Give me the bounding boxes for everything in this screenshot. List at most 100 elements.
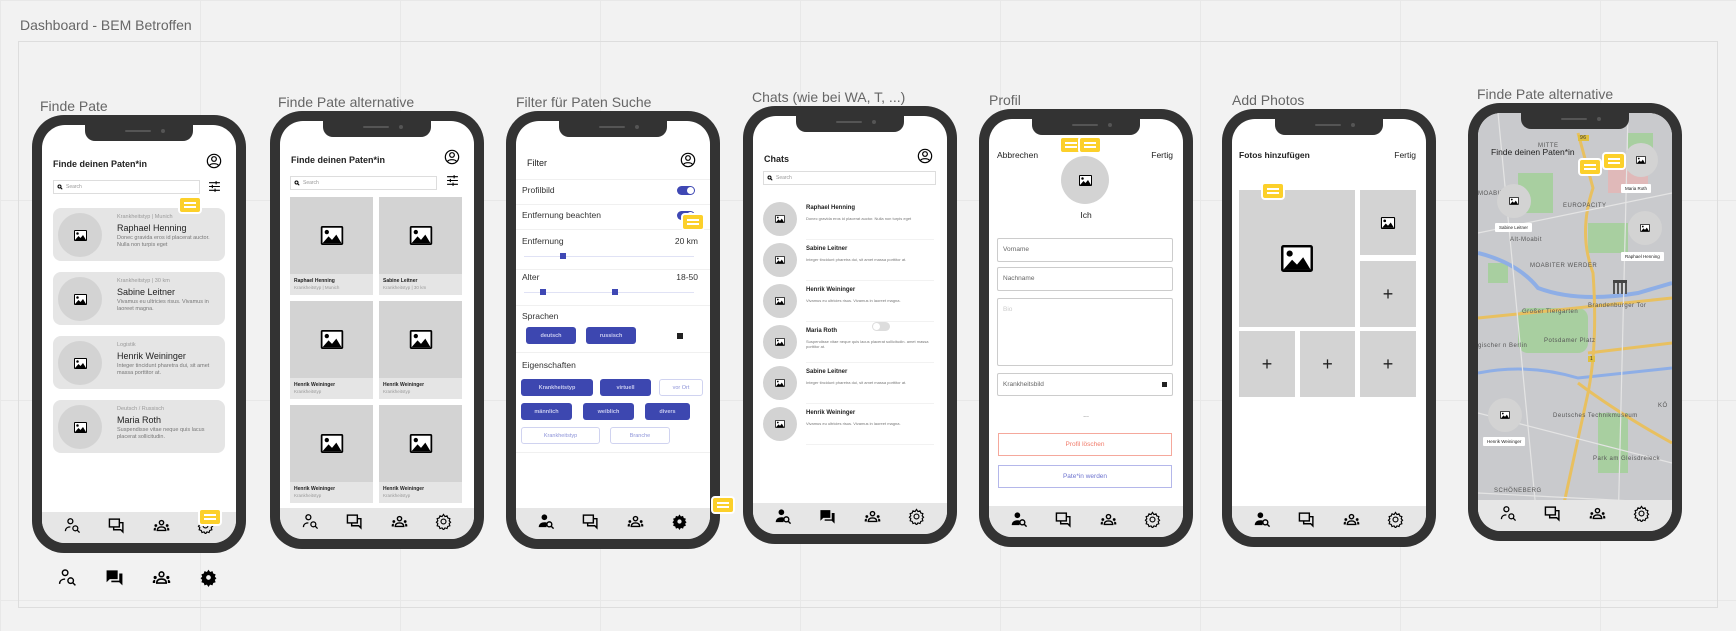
vorname-field[interactable]: Vorname xyxy=(997,238,1173,262)
pate-tile[interactable]: Raphael Henning Krankheitstyp | Munich xyxy=(290,197,373,295)
pate-card[interactable]: Krankheitstyp | Munich Raphael Henning D… xyxy=(53,208,225,261)
done-button[interactable]: Fertig xyxy=(1394,150,1416,160)
nav-settings[interactable] xyxy=(1144,511,1161,533)
chip-eigenschaft[interactable]: männlich xyxy=(521,403,572,420)
nav-find-pate[interactable] xyxy=(1500,505,1517,527)
map-marker[interactable] xyxy=(1497,184,1531,218)
chat-item[interactable]: Henrik Weininger Vivamus eu ultricies ri… xyxy=(753,407,947,445)
nav-community[interactable] xyxy=(627,513,644,535)
chip-language[interactable]: deutsch xyxy=(526,327,576,344)
comment-marker[interactable] xyxy=(178,196,202,214)
nav-chats[interactable] xyxy=(582,513,599,535)
search-input[interactable]: Search xyxy=(290,176,437,190)
nav-find-pate[interactable] xyxy=(538,513,555,535)
map-marker[interactable] xyxy=(1628,211,1662,245)
nav-chats[interactable] xyxy=(1544,505,1561,527)
chip-eigenschaft[interactable]: Krankheitstyp xyxy=(521,427,600,444)
chat-item[interactable]: Sabine Leitner Integer tincidunt pharetr… xyxy=(753,243,947,281)
profile-button[interactable] xyxy=(917,148,933,169)
nav-settings[interactable] xyxy=(908,508,925,530)
tile-name: Henrik Weininger xyxy=(383,486,425,492)
profile-button[interactable] xyxy=(444,149,460,170)
comment-marker[interactable] xyxy=(711,496,735,514)
pate-tile[interactable]: Henrik Weininger Krankheitstyp xyxy=(379,301,462,399)
nav-settings[interactable] xyxy=(1633,505,1650,527)
search-input[interactable]: Search xyxy=(53,180,200,194)
nav-chats[interactable] xyxy=(819,508,836,530)
filter-button[interactable] xyxy=(446,174,459,192)
pate-tile[interactable]: Henrik Weininger Krankheitstyp xyxy=(379,405,462,503)
nav-settings[interactable] xyxy=(435,513,452,535)
cancel-button[interactable]: Abbrechen xyxy=(997,150,1038,160)
add-photo-button[interactable]: + xyxy=(1300,331,1355,397)
krankheitsbild-select[interactable]: Krankheitsbild xyxy=(997,373,1173,396)
filter-button[interactable] xyxy=(208,180,221,198)
nav-find-pate[interactable] xyxy=(64,517,81,539)
slider-knob-min[interactable] xyxy=(540,289,546,295)
comment-marker[interactable] xyxy=(1078,136,1102,154)
distance-slider[interactable] xyxy=(524,256,694,257)
nav-find-pate[interactable] xyxy=(775,508,792,530)
nachname-field[interactable]: Nachname xyxy=(997,267,1173,291)
chat-item[interactable]: Sabine Leitner Integer tincidunt pharetr… xyxy=(753,366,947,404)
pate-tile[interactable]: Henrik Weininger Krankheitstyp xyxy=(290,301,373,399)
nav-settings[interactable] xyxy=(1387,511,1404,533)
map-marker[interactable] xyxy=(1488,398,1522,432)
search-input[interactable]: Search xyxy=(763,171,936,185)
add-photo-button[interactable]: + xyxy=(1360,261,1416,327)
map-marker[interactable] xyxy=(1624,143,1658,177)
chip-eigenschaft[interactable]: virtuell xyxy=(600,379,651,396)
chat-item[interactable]: Henrik Weininger Vivamus eu ultricies ri… xyxy=(753,284,947,322)
chip-eigenschaft[interactable]: Krankheitstyp xyxy=(521,379,593,396)
chip-eigenschaft[interactable]: Branche xyxy=(610,427,670,444)
bio-field[interactable]: Bio xyxy=(997,298,1173,366)
nav-community[interactable] xyxy=(153,517,170,539)
nav-community[interactable] xyxy=(1343,511,1360,533)
notch xyxy=(85,125,193,141)
age-slider[interactable] xyxy=(524,292,694,293)
profile-avatar[interactable] xyxy=(1061,156,1109,204)
pate-tile[interactable]: Sabine Leitner Krankheitstyp | 30 km xyxy=(379,197,462,295)
toggle[interactable] xyxy=(872,322,890,331)
nav-community[interactable] xyxy=(864,508,881,530)
add-photo-button[interactable]: + xyxy=(1360,331,1416,397)
nav-chats[interactable] xyxy=(108,517,125,539)
nav-chats[interactable] xyxy=(1298,511,1315,533)
chat-item[interactable]: Maria Roth Suspendisse vitae neque quis … xyxy=(753,325,947,363)
pate-card[interactable]: Logistik Henrik Weininger Integer tincid… xyxy=(53,336,225,389)
nav-community[interactable] xyxy=(1100,511,1117,533)
comment-marker[interactable] xyxy=(1602,152,1626,170)
nav-find-pate[interactable] xyxy=(302,513,319,535)
comment-marker[interactable] xyxy=(681,213,705,231)
photo-slot[interactable] xyxy=(1360,190,1416,255)
profile-button[interactable] xyxy=(206,153,222,174)
become-pate-button[interactable]: Pate*in werden xyxy=(998,465,1172,488)
nav-chats[interactable] xyxy=(1055,511,1072,533)
delete-profile-button[interactable]: Profil löschen xyxy=(998,433,1172,456)
dropdown-icon[interactable] xyxy=(677,333,683,339)
pate-card[interactable]: Deutsch / Russisch Maria Roth Suspendiss… xyxy=(53,400,225,453)
nav-find-pate[interactable] xyxy=(1011,511,1028,533)
add-photo-button[interactable]: + xyxy=(1239,331,1295,397)
nav-community[interactable] xyxy=(1589,505,1606,527)
chip-language[interactable]: russisch xyxy=(586,327,636,344)
nav-chats[interactable] xyxy=(346,513,363,535)
nav-settings[interactable] xyxy=(671,513,688,535)
comment-marker[interactable] xyxy=(1578,158,1602,176)
nav-community[interactable] xyxy=(391,513,408,535)
main-photo[interactable] xyxy=(1239,190,1355,327)
pate-card[interactable]: Krankheitstyp | 30 km Sabine Leitner Viv… xyxy=(53,272,225,325)
slider-knob[interactable] xyxy=(560,253,566,259)
profile-button[interactable] xyxy=(680,152,696,173)
chip-eigenschaft[interactable]: weiblich xyxy=(583,403,634,420)
nav-find-pate[interactable] xyxy=(1254,511,1271,533)
chip-eigenschaft[interactable]: divers xyxy=(645,403,690,420)
slider-knob-max[interactable] xyxy=(612,289,618,295)
comment-marker[interactable] xyxy=(198,508,222,526)
chat-item[interactable]: Raphael Henning Donec gravida eros id pl… xyxy=(753,202,947,240)
chip-eigenschaft[interactable]: vor Ort xyxy=(659,379,703,396)
profilbild-toggle[interactable] xyxy=(677,186,695,195)
pate-tile[interactable]: Henrik Weininger Krankheitstyp xyxy=(290,405,373,503)
done-button[interactable]: Fertig xyxy=(1151,150,1173,160)
comment-marker[interactable] xyxy=(1261,182,1285,200)
